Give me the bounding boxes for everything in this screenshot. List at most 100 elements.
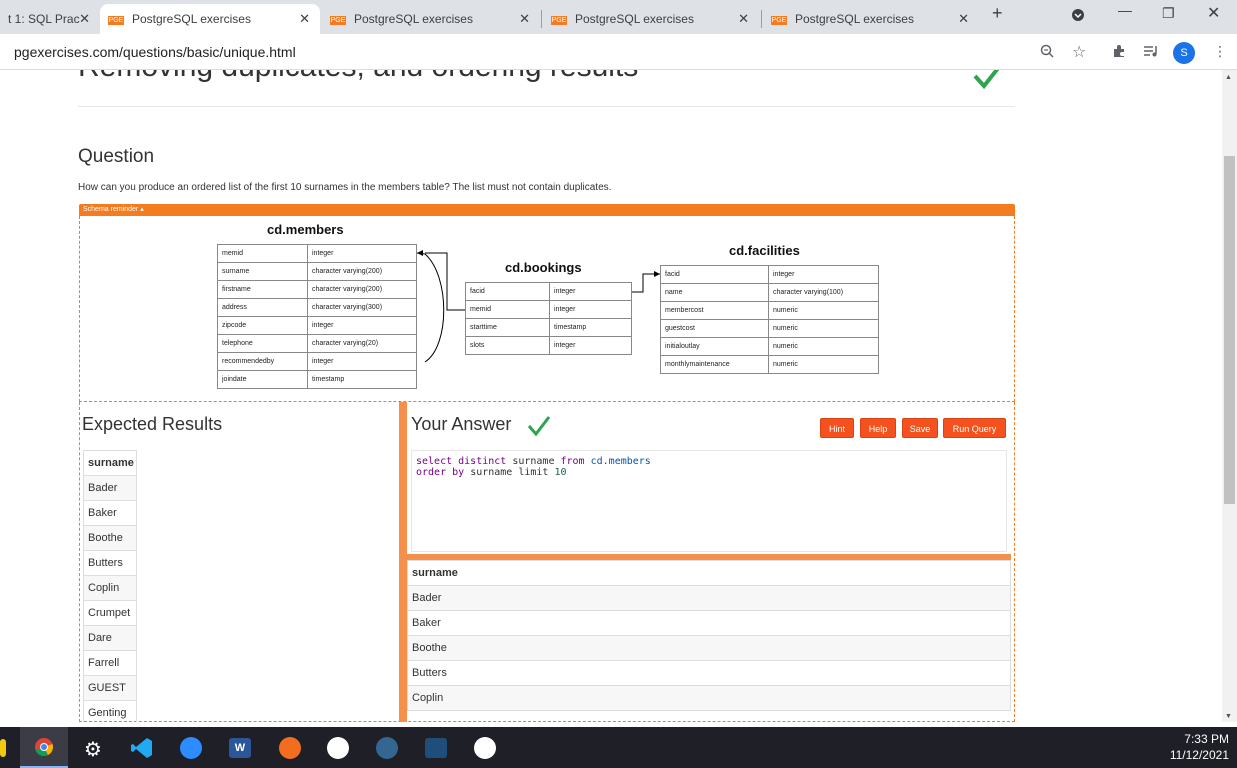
bookmark-star-icon[interactable]: ☆ [1072, 42, 1086, 62]
vscode-icon[interactable] [131, 737, 153, 759]
tab-pgexercises-3[interactable]: PGE PostgreSQL exercises ✕ [543, 4, 759, 34]
sql-token: order by [416, 467, 471, 478]
extensions-icon[interactable] [1112, 44, 1126, 61]
tab-pgexercises-2[interactable]: PGE PostgreSQL exercises ✕ [322, 4, 540, 34]
tab-divider [541, 10, 542, 28]
tab-title: PostgreSQL exercises [575, 12, 694, 26]
close-tab-icon[interactable]: ✕ [299, 11, 310, 27]
answer-correct-check-icon [526, 414, 552, 443]
scroll-down-icon[interactable]: ▼ [1225, 713, 1232, 720]
close-tab-icon[interactable]: ✕ [958, 11, 969, 27]
schema-reminder-toggle[interactable]: Schema reminder ▴ [79, 204, 1015, 216]
schema-reminder-label: Schema reminder ▴ [83, 206, 144, 213]
file-explorer-icon[interactable] [0, 739, 6, 757]
table-header-row: surname [83, 450, 137, 476]
tab-sql-practice[interactable]: t 1: SQL Prac ✕ [0, 4, 100, 34]
tab-search-icon[interactable] [1071, 8, 1085, 25]
run-query-button[interactable]: Run Query [943, 418, 1006, 438]
question-title: Question [78, 146, 155, 167]
result-surname-cell: Bader [407, 585, 1011, 611]
expected-surname-cell: Boothe [83, 525, 137, 551]
mysql-workbench-icon[interactable] [425, 738, 447, 758]
zoom-icon[interactable] [1040, 44, 1054, 61]
system-clock[interactable]: 7:33 PM 11/12/2021 [1170, 731, 1229, 763]
restore-icon[interactable]: ❐ [1162, 5, 1175, 22]
pge-favicon-icon: PGE [551, 16, 567, 25]
table-header-row: surname [407, 560, 1011, 586]
sql-token: surname limit [470, 467, 555, 478]
your-answer-title: Your Answer [411, 414, 512, 434]
close-window-icon[interactable]: ✕ [1207, 3, 1220, 23]
table-row: Genting [83, 700, 137, 722]
expected-surname-cell: Dare [83, 625, 137, 651]
pge-favicon-icon: PGE [771, 16, 787, 25]
result-surname-cell: Boothe [407, 635, 1011, 661]
pge-favicon-icon: PGE [330, 16, 346, 25]
chrome-icon [35, 738, 53, 756]
table-row: Butters [407, 660, 1011, 686]
table-row: Bader [407, 585, 1011, 611]
mongodb-compass-icon[interactable] [474, 737, 496, 759]
url-field[interactable]: pgexercises.com/questions/basic/unique.h… [14, 44, 296, 60]
word-icon[interactable]: W [229, 738, 251, 758]
sql-editor[interactable]: select distinct surname from cd.members o… [411, 450, 1007, 552]
hint-button[interactable]: Hint [820, 418, 854, 438]
tab-title: PostgreSQL exercises [132, 12, 251, 26]
windows-taskbar: ⚙ W 7:33 PM 11/12/2021 [0, 727, 1237, 768]
pane-splitter[interactable] [399, 402, 407, 722]
new-tab-icon[interactable]: + [992, 3, 1003, 24]
tab-pgexercises-active[interactable]: PGE PostgreSQL exercises ✕ [100, 4, 320, 34]
sql-line-1: select distinct surname from cd.members [416, 456, 1002, 467]
close-tab-icon[interactable]: ✕ [519, 11, 530, 27]
table-row: Dare [83, 625, 137, 651]
sql-token: from [560, 456, 591, 467]
address-bar: pgexercises.com/questions/basic/unique.h… [0, 34, 1237, 70]
question-text: How can you produce an ordered list of t… [78, 182, 612, 193]
table-row: Bader [83, 475, 137, 501]
close-tab-icon[interactable]: ✕ [79, 11, 90, 27]
scrollbar-thumb[interactable] [1224, 156, 1235, 504]
tab-divider [761, 10, 762, 28]
page-content: Removing duplicates, and ordering result… [0, 70, 1222, 722]
pge-favicon-icon: PGE [108, 16, 124, 25]
close-tab-icon[interactable]: ✕ [738, 11, 749, 27]
completed-check-icon [972, 70, 1002, 95]
tab-title: PostgreSQL exercises [795, 12, 914, 26]
settings-gear-icon[interactable]: ⚙ [84, 737, 102, 762]
profile-avatar[interactable]: S [1173, 42, 1195, 64]
tab-title: PostgreSQL exercises [354, 12, 473, 26]
table-row: Boothe [83, 525, 137, 551]
save-button[interactable]: Save [902, 418, 938, 438]
pgadmin-icon[interactable] [376, 737, 398, 759]
query-results-table: surname Bader Baker Boothe Butters Coplin [407, 560, 1011, 711]
tab-pgexercises-4[interactable]: PGE PostgreSQL exercises ✕ [763, 4, 979, 34]
table-row: Crumpet [83, 600, 137, 626]
zoom-app-icon[interactable] [180, 737, 202, 759]
result-surname-cell: Coplin [407, 685, 1011, 711]
expected-surname-cell: Genting [83, 700, 137, 722]
schema-diagram: cd.members memid integer surname character … [79, 216, 1015, 402]
result-surname-cell: Butters [407, 660, 1011, 686]
help-button[interactable]: Help [860, 418, 896, 438]
expected-surname-cell: Butters [83, 550, 137, 576]
expected-results-title: Expected Results [82, 414, 223, 434]
chrome-taskbar-slot[interactable] [20, 727, 68, 768]
clock-time: 7:33 PM [1184, 732, 1229, 746]
table-row: Coplin [407, 685, 1011, 711]
table-row: Baker [83, 500, 137, 526]
tab-strip: t 1: SQL Prac ✕ PGE PostgreSQL exercises ✕ … [0, 0, 1237, 34]
media-control-icon[interactable] [1143, 44, 1159, 61]
scroll-up-icon[interactable]: ▲ [1225, 74, 1232, 81]
menu-kebab-icon[interactable]: ⋮ [1213, 43, 1227, 60]
sql-token: select distinct [416, 456, 513, 467]
minimize-icon[interactable]: — [1118, 2, 1132, 18]
expected-surname-cell: Bader [83, 475, 137, 501]
slack-icon[interactable] [327, 737, 349, 759]
table-row: Butters [83, 550, 137, 576]
table-row: Farrell [83, 650, 137, 676]
table-row: Boothe [407, 635, 1011, 661]
page-scrollbar[interactable]: ▲ ▼ [1222, 70, 1237, 722]
divider [78, 106, 1015, 107]
compass-app-icon[interactable] [279, 737, 301, 759]
sql-token: cd.members [590, 456, 651, 467]
